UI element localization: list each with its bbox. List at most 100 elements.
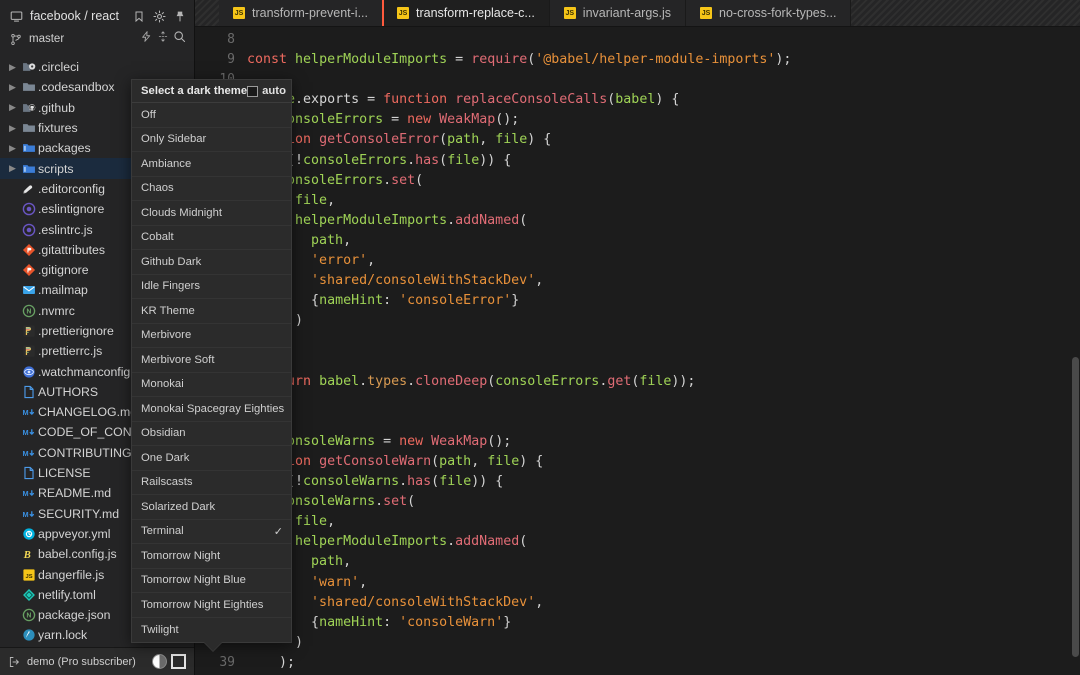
- code-token: (: [519, 534, 527, 549]
- theme-menu-item-obsidian[interactable]: Obsidian: [132, 422, 291, 447]
- theme-menu-item-monokai-spacegray-eighties[interactable]: Monokai Spacegray Eighties: [132, 397, 291, 422]
- code-token: ,: [535, 273, 543, 288]
- tree-item-circleci[interactable]: ▶.circleci: [0, 57, 194, 77]
- pin-icon[interactable]: [174, 10, 186, 23]
- code-token: file: [439, 474, 471, 489]
- menu-pointer-arrow: [204, 642, 222, 651]
- theme-menu-item-cobalt[interactable]: Cobalt: [132, 226, 291, 251]
- theme-menu-item-twilight[interactable]: Twilight: [132, 618, 291, 643]
- chevron-right-icon[interactable]: ▶: [6, 123, 19, 134]
- code-token: =: [447, 52, 471, 67]
- prettier-icon: [19, 344, 38, 358]
- code-token: .: [399, 474, 407, 489]
- code-line: function getConsoleError(path, file) {: [247, 130, 1080, 150]
- scrollbar-thumb[interactable]: [1072, 357, 1079, 657]
- panel-icon[interactable]: [171, 654, 186, 669]
- collapse-icon[interactable]: [157, 30, 169, 43]
- bookmark-icon[interactable]: [133, 10, 145, 23]
- node-icon: [19, 608, 38, 622]
- auto-checkbox[interactable]: [247, 86, 258, 97]
- code-token: set: [391, 173, 415, 188]
- theme-menu-item-railscasts[interactable]: Railscasts: [132, 471, 291, 496]
- theme-menu-item-merbivore-soft[interactable]: Merbivore Soft: [132, 348, 291, 373]
- code-line: function getConsoleWarn(path, file) {: [247, 452, 1080, 472]
- code-token: cloneDeep: [415, 374, 487, 389]
- code-line: {nameHint: 'consoleWarn'}: [247, 613, 1080, 633]
- markdown-icon: M: [19, 507, 38, 521]
- code-token: set: [383, 494, 407, 509]
- theme-menu-item-terminal[interactable]: Terminal✓: [132, 520, 291, 545]
- lightning-icon[interactable]: [140, 30, 152, 43]
- prettier-icon: [19, 324, 38, 338]
- editor-tab-3[interactable]: JSno-cross-fork-types...: [686, 0, 851, 26]
- theme-menu-item-monokai[interactable]: Monokai: [132, 373, 291, 398]
- theme-menu-item-chaos[interactable]: Chaos: [132, 177, 291, 202]
- code-token: new: [407, 112, 439, 127]
- theme-menu-item-clouds-midnight[interactable]: Clouds Midnight: [132, 201, 291, 226]
- code-token: ,: [367, 253, 375, 268]
- theme-menu-items[interactable]: Off Only Sidebar AmbianceChaosClouds Midni…: [132, 103, 291, 642]
- line-number: 8: [195, 30, 235, 50]
- code-token: ,: [327, 193, 335, 208]
- editor-tab-1[interactable]: JStransform-replace-c...: [383, 0, 550, 26]
- contrast-icon[interactable]: [152, 654, 167, 669]
- code-token: file: [639, 374, 671, 389]
- editor-tab-0[interactable]: JStransform-prevent-i...: [219, 0, 383, 26]
- node-icon: [19, 304, 38, 318]
- svg-text:M: M: [22, 408, 28, 417]
- theme-menu-item-solarized-dark[interactable]: Solarized Dark: [132, 495, 291, 520]
- main-area: JStransform-prevent-i...JStransform-repl…: [195, 0, 1080, 675]
- chevron-right-icon[interactable]: ▶: [6, 82, 19, 93]
- code-line: );: [247, 653, 1080, 673]
- editor-tab-2[interactable]: JSinvariant-args.js: [550, 0, 686, 26]
- theme-menu-item-label: Only Sidebar: [141, 133, 283, 145]
- theme-menu-item-tomorrow-night-eighties[interactable]: Tomorrow Night Eighties: [132, 593, 291, 618]
- tab-bar[interactable]: JStransform-prevent-i...JStransform-repl…: [195, 0, 1080, 27]
- code-token: path: [439, 454, 471, 469]
- theme-menu-item-merbivore[interactable]: Merbivore: [132, 324, 291, 349]
- code-token: (: [415, 173, 423, 188]
- theme-menu-item-tomorrow-night-blue[interactable]: Tomorrow Night Blue: [132, 569, 291, 594]
- theme-menu-item-off[interactable]: Off: [132, 103, 291, 128]
- search-icon[interactable]: [173, 30, 186, 43]
- theme-menu-item-idle-fingers[interactable]: Idle Fingers: [132, 275, 291, 300]
- tree-item-label: fixtures: [38, 121, 78, 135]
- theme-menu-item-label: Terminal: [141, 525, 274, 537]
- theme-menu-item-ambiance[interactable]: Ambiance: [132, 152, 291, 177]
- checkmark-icon: ✓: [274, 525, 283, 538]
- folder-blue-icon: [19, 141, 38, 155]
- code-token: ,: [343, 554, 351, 569]
- branch-left[interactable]: master: [10, 33, 140, 46]
- code-token: =: [383, 112, 407, 127]
- vertical-scrollbar[interactable]: [1071, 27, 1080, 675]
- code-token: nameHint: [319, 615, 383, 630]
- repo-row: facebook / react: [10, 6, 186, 26]
- chevron-right-icon[interactable]: ▶: [6, 163, 19, 174]
- code-token: )) {: [471, 474, 503, 489]
- gear-icon[interactable]: [153, 10, 166, 23]
- code-line: [247, 70, 1080, 90]
- code-token: .: [383, 173, 391, 188]
- chevron-right-icon[interactable]: ▶: [6, 62, 19, 73]
- code-token: (: [431, 454, 439, 469]
- signout-icon[interactable]: [8, 656, 21, 668]
- markdown-icon: M: [19, 425, 38, 439]
- theme-menu-item-github-dark[interactable]: Github Dark: [132, 250, 291, 275]
- code-editor[interactable]: 891039 const helperModuleImports = requi…: [195, 27, 1080, 675]
- code-token: types: [367, 374, 407, 389]
- code-token: (: [519, 213, 527, 228]
- js-icon: JS: [397, 7, 409, 19]
- chevron-right-icon[interactable]: ▶: [6, 143, 19, 154]
- code-line: }: [247, 392, 1080, 412]
- code-content[interactable]: const helperModuleImports = require('@ba…: [247, 27, 1080, 675]
- theme-menu-item-only-sidebar[interactable]: Only Sidebar: [132, 128, 291, 153]
- git-icon: [19, 243, 38, 257]
- tree-item-label: .eslintrc.js: [38, 223, 93, 237]
- theme-dropdown-menu[interactable]: Select a dark theme auto OffOnly Sidebar…: [131, 79, 292, 643]
- theme-menu-item-one-dark[interactable]: One Dark: [132, 446, 291, 471]
- babel-icon: B: [19, 547, 38, 561]
- chevron-right-icon[interactable]: ▶: [6, 102, 19, 113]
- theme-menu-item-kr-theme[interactable]: KR Theme: [132, 299, 291, 324]
- repo-left[interactable]: facebook / react: [10, 9, 133, 23]
- theme-menu-item-tomorrow-night[interactable]: Tomorrow Night: [132, 544, 291, 569]
